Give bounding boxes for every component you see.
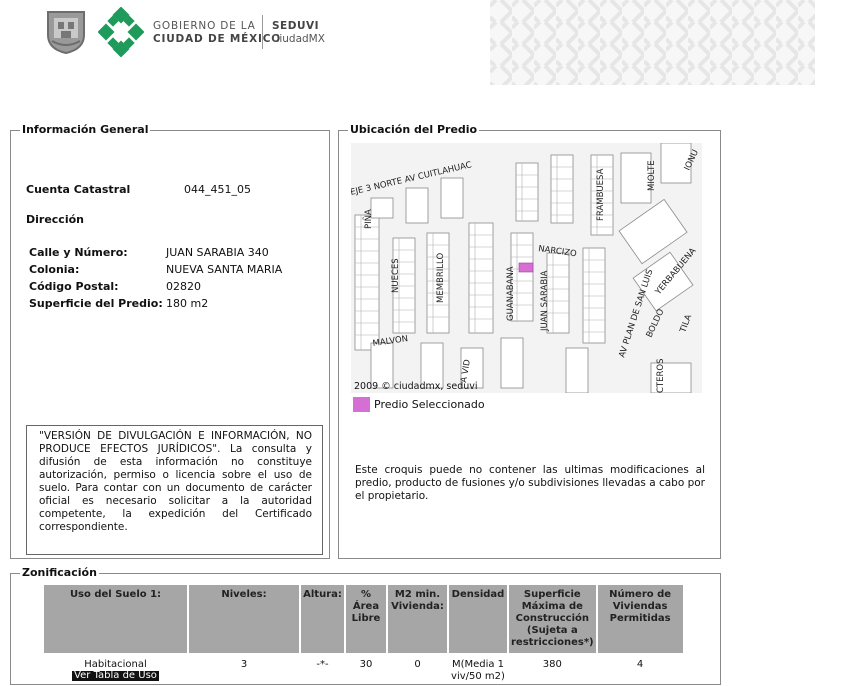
cell-area-libre: 30 [359,659,373,670]
calle-value: JUAN SARABIA 340 [166,246,269,259]
decorative-pattern [490,0,815,85]
ver-tabla-uso-link[interactable]: Ver Tabla de Uso [72,671,159,681]
selected-lot-swatch [353,397,370,412]
col-header-altura: Altura: [301,585,344,653]
selected-lot-label: Predio Seleccionado [374,398,485,411]
selected-lot-marker [518,262,534,273]
street-label-nueces: NUECES [391,258,401,293]
cuenta-catastral-value: 044_451_05 [184,183,251,196]
street-label-frambuesa: FRAMBUESA [596,168,606,221]
map-disclaimer: Este croquis puede no contener las ultim… [355,464,706,502]
general-info-legend: Información General [20,123,151,137]
col-header-m2-min: M2 min. Vivienda: [388,585,447,653]
agency-name: SEDUVI CiudadMX [272,20,325,45]
street-label-guanabana: GUANABANA [506,266,516,321]
street-label-pina: PIÑA [363,209,374,229]
map-canvas[interactable]: EJE 3 NORTE AV CUITLAHUAC PIÑA NUECES ME… [351,143,702,393]
cell-superficie: 380 [542,659,562,670]
zoning-legend: Zonificación [20,566,99,580]
zoning-header-row: Uso del Suelo 1: Niveles: Altura: % Área… [44,585,683,653]
direccion-label: Dirección [26,213,84,226]
page-header: GOBIERNO DE LA CIUDAD DE MÉXICO SEDUVI C… [0,0,855,90]
legal-disclaimer-text: "VERSIÓN DE DIVULGACIÓN E INFORMACIÓN, N… [39,430,312,533]
header-divider [262,15,263,49]
street-label-membrillo: MEMBRILLO [436,253,446,303]
street-label-juan-sarabia: JUAN SARABIA [540,270,550,332]
colonia-label: Colonia: [29,263,80,276]
zoning-panel: Zonificación Uso del Suelo 1: Niveles: A… [10,566,721,686]
col-header-uso: Uso del Suelo 1: [44,585,187,653]
cell-niveles: 3 [240,659,248,670]
col-header-densidad: Densidad [449,585,507,653]
street-label-cteros: CTEROS [656,359,666,394]
superficie-value: 180 m2 [166,297,209,310]
map-credit: 2009 © ciudadmx, seduvi [354,381,478,392]
colonia-value: NUEVA SANTA MARIA [166,263,283,276]
col-header-viviendas: Número de Viviendas Permitidas [597,585,683,653]
location-legend: Ubicación del Predio [348,123,480,137]
general-info-panel: Información General Cuenta Catastral 044… [10,123,330,559]
location-panel: Ubicación del Predio EJE 3 NORTE AV CUIT… [338,123,721,559]
codigo-postal-label: Código Postal: [29,280,119,293]
street-label-miolte: MIOLTE [647,160,657,191]
col-header-area-libre: % Área Libre [346,585,386,653]
cuenta-catastral-label: Cuenta Catastral [26,183,131,196]
uso-value: Habitacional [84,659,147,670]
cell-uso: Habitacional Ver Tabla de Uso [44,653,187,686]
cell-m2-min: 0 [414,659,421,670]
col-header-niveles: Niveles: [189,585,299,653]
location-map[interactable]: EJE 3 NORTE AV CUITLAHUAC PIÑA NUECES ME… [351,143,702,393]
col-header-superficie: Superficie Máxima de Construcción (Sujet… [509,585,596,653]
codigo-postal-value: 02820 [166,280,201,293]
cdmx-logo-icon [98,7,144,57]
calle-label: Calle y Número: [29,246,128,259]
cell-viviendas: 4 [636,659,644,670]
cdmx-coat-of-arms-icon [47,11,85,55]
superficie-label: Superficie del Predio: [29,297,163,310]
cell-densidad: M(Media 1 viv/50 m2) [451,659,505,682]
cell-altura: -*- [316,659,329,670]
legal-disclaimer: "VERSIÓN DE DIVULGACIÓN E INFORMACIÓN, N… [26,425,323,555]
table-row: Habitacional Ver Tabla de Uso 3 -*- 30 0… [44,653,683,686]
